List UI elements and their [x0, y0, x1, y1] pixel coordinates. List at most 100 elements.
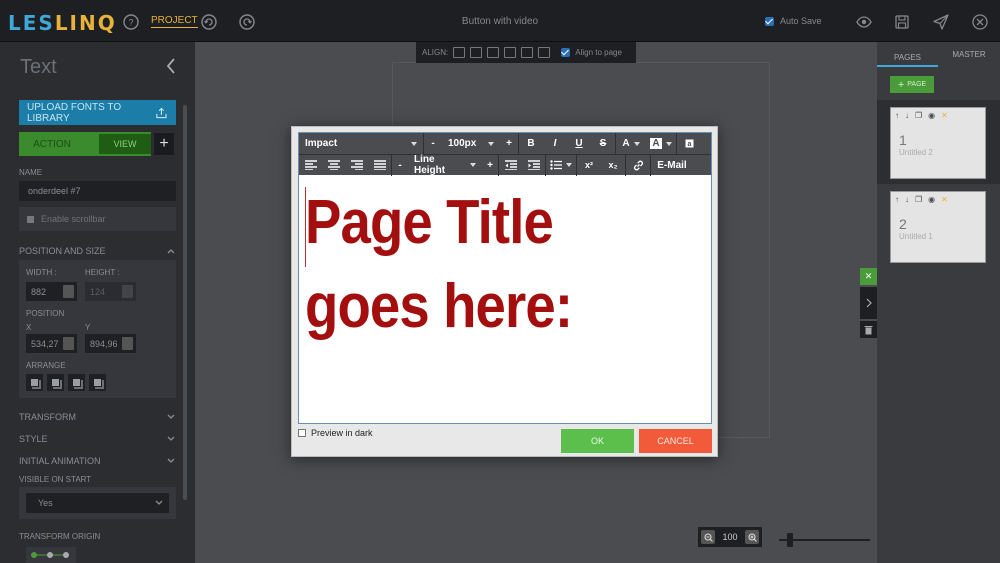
duplicate-icon[interactable]: ❐ [915, 195, 922, 204]
side-trash-icon[interactable] [860, 321, 877, 338]
help-icon[interactable]: ? [122, 13, 140, 31]
save-icon[interactable] [893, 13, 911, 31]
line-height-select[interactable]: Line Height [408, 154, 482, 176]
undo-icon[interactable] [200, 13, 218, 31]
italic-button[interactable]: I [543, 133, 567, 154]
align-left-icon[interactable] [453, 47, 466, 58]
autosave-checkbox[interactable] [765, 16, 774, 26]
visibility-eye-icon[interactable]: ◉ [928, 195, 935, 204]
preview-dark-option[interactable]: Preview in dark [298, 428, 373, 438]
clear-format-button[interactable]: a [677, 133, 701, 154]
highlight-color-button[interactable]: A [646, 133, 676, 154]
page-thumbnail[interactable]: ↑ ↓ ❐ ◉ ✕ 1 Untitled 2 [890, 107, 986, 179]
align-center-text-icon[interactable] [322, 155, 345, 176]
tab-master[interactable]: MASTER [938, 45, 1000, 67]
line-height-decrease-button[interactable]: - [392, 155, 408, 176]
zoom-in-icon[interactable] [745, 530, 759, 544]
enable-scrollbar-label: Enable scrollbar [41, 214, 106, 224]
action-tab[interactable]: ACTION [19, 132, 85, 156]
align-center-icon[interactable] [470, 47, 483, 58]
align-middle-icon[interactable] [521, 47, 534, 58]
line-height-increase-button[interactable]: + [482, 155, 498, 176]
move-up-icon[interactable]: ↑ [895, 111, 899, 120]
strikethrough-button[interactable]: S [591, 133, 615, 154]
height-value: 124 [90, 286, 106, 297]
visible-on-start-select[interactable]: Yes [26, 493, 169, 513]
bold-button[interactable]: B [519, 133, 543, 154]
side-expand-chevron-icon[interactable] [860, 287, 877, 319]
transform-origin-control[interactable] [26, 547, 76, 563]
outdent-icon[interactable] [499, 155, 522, 176]
ok-button[interactable]: OK [561, 429, 634, 453]
view-tab[interactable]: VIEW [99, 134, 151, 154]
zoom-out-icon[interactable] [701, 530, 715, 544]
preview-dark-checkbox[interactable] [298, 429, 306, 437]
font-color-button[interactable]: A [616, 133, 646, 154]
add-page-button[interactable]: + PAGE [890, 76, 934, 93]
x-spinner[interactable] [63, 337, 74, 350]
project-link[interactable]: PROJECT [151, 15, 198, 28]
position-size-header[interactable]: POSITION AND SIZE [19, 246, 175, 256]
transform-origin-label: TRANSFORM ORIGIN [19, 532, 101, 541]
tab-pages[interactable]: PAGES [877, 45, 938, 67]
redo-icon[interactable] [238, 13, 256, 31]
visibility-eye-icon[interactable]: ◉ [928, 111, 935, 120]
cancel-button[interactable]: CANCEL [639, 429, 712, 453]
transform-header[interactable]: TRANSFORM [19, 412, 175, 422]
name-field[interactable]: onderdeel #7 [19, 181, 176, 201]
autosave-toggle[interactable]: Auto Save [765, 16, 822, 26]
indent-icon[interactable] [522, 155, 545, 176]
page-thumbnail[interactable]: ↑ ↓ ❐ ◉ ✕ 2 Untitled 1 [890, 191, 986, 263]
underline-button[interactable]: U [567, 133, 591, 154]
zoom-value: 100 [722, 532, 738, 542]
y-field[interactable]: 894,96 [85, 334, 136, 353]
close-icon[interactable] [971, 13, 989, 31]
align-to-page-checkbox[interactable] [561, 48, 571, 57]
align-bottom-icon[interactable] [538, 47, 551, 58]
initial-animation-header[interactable]: INITIAL ANIMATION [19, 456, 175, 466]
font-size-select[interactable]: 100px [442, 138, 500, 149]
text-content-area[interactable]: Page Title goes here: [305, 181, 657, 381]
zoom-slider-handle[interactable] [787, 533, 793, 547]
align-left-text-icon[interactable] [299, 155, 322, 176]
justify-text-icon[interactable] [368, 155, 391, 176]
superscript-button[interactable]: x² [577, 155, 601, 176]
preview-dark-label: Preview in dark [311, 428, 373, 438]
width-field[interactable]: 882 [26, 282, 77, 301]
font-family-select[interactable]: Impact [299, 138, 423, 149]
y-spinner[interactable] [122, 337, 133, 350]
upload-fonts-button[interactable]: UPLOAD FONTS TO LIBRARY [19, 100, 176, 125]
side-close-icon[interactable]: ✕ [860, 268, 877, 285]
width-spinner[interactable] [63, 285, 74, 298]
delete-icon[interactable]: ✕ [941, 195, 948, 204]
subscript-button[interactable]: x₂ [601, 155, 625, 176]
send-backward-icon[interactable] [68, 374, 85, 391]
publish-send-icon[interactable] [932, 13, 950, 31]
move-down-icon[interactable]: ↓ [905, 111, 909, 120]
duplicate-icon[interactable]: ❐ [915, 111, 922, 120]
delete-icon[interactable]: ✕ [941, 111, 948, 120]
move-down-icon[interactable]: ↓ [905, 195, 909, 204]
chevron-down-icon [167, 458, 175, 463]
action-view-toggle[interactable]: ACTION VIEW [19, 132, 151, 156]
font-size-decrease-button[interactable]: - [424, 133, 442, 154]
panel-scrollbar[interactable] [183, 105, 187, 500]
bring-to-front-icon[interactable] [26, 374, 43, 391]
move-up-icon[interactable]: ↑ [895, 195, 899, 204]
enable-scrollbar-checkbox[interactable] [27, 215, 34, 223]
style-header[interactable]: STYLE [19, 434, 175, 444]
font-size-increase-button[interactable]: + [500, 133, 518, 154]
collapse-panel-icon[interactable] [165, 57, 177, 75]
preview-eye-icon[interactable] [855, 13, 873, 31]
list-dropdown[interactable] [546, 155, 576, 176]
x-field[interactable]: 534,27 [26, 334, 77, 353]
align-top-icon[interactable] [504, 47, 517, 58]
add-action-button[interactable]: + [154, 133, 174, 155]
link-icon[interactable] [626, 155, 650, 176]
send-to-back-icon[interactable] [89, 374, 106, 391]
enable-scrollbar-option[interactable]: Enable scrollbar [19, 207, 176, 231]
email-link-button[interactable]: E-Mail [651, 155, 693, 176]
bring-forward-icon[interactable] [47, 374, 64, 391]
align-right-text-icon[interactable] [345, 155, 368, 176]
align-right-icon[interactable] [487, 47, 500, 58]
